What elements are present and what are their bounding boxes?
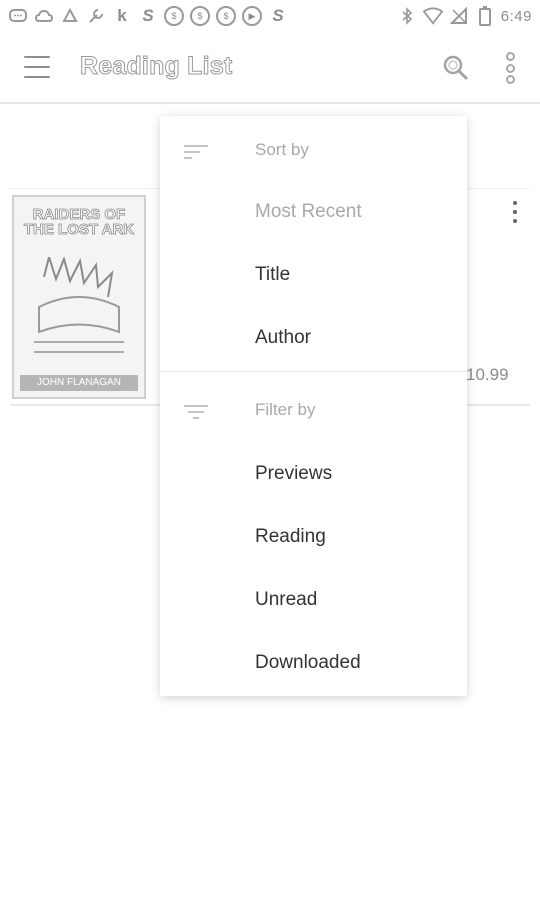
menu-item-label: Reading — [255, 526, 326, 547]
bluetooth-icon — [397, 6, 417, 26]
message-icon — [8, 6, 28, 26]
menu-item-label: Author — [255, 327, 311, 348]
menu-item-label: Previews — [255, 463, 333, 484]
filter-icon — [184, 405, 208, 419]
book-more-icon[interactable] — [510, 201, 520, 223]
menu-divider — [160, 371, 467, 372]
overflow-menu-icon[interactable] — [500, 52, 520, 84]
wrench-icon — [86, 6, 106, 26]
clock: 6:49 — [500, 7, 532, 25]
sort-by-header: Sort by — [160, 126, 467, 174]
book-price: 10.99 — [466, 365, 509, 384]
sort-by-label: Sort by — [255, 140, 309, 159]
wifi-icon — [422, 6, 443, 26]
cloud-icon — [34, 6, 54, 26]
search-icon[interactable] — [442, 54, 470, 82]
cover-art-icon — [34, 257, 124, 353]
no-signal-icon — [449, 6, 469, 26]
sort-filter-menu: Sort by Most Recent Title Author Filter … — [160, 116, 467, 696]
sort-icon — [184, 145, 208, 159]
menu-item-label: Most Recent — [255, 201, 362, 222]
menu-item-label: Downloaded — [255, 652, 361, 673]
filter-reading[interactable]: Reading — [160, 510, 467, 566]
book-cover-title: RAIDERS OF THE LOST ARK — [23, 206, 135, 238]
dollar-icon: $ — [164, 6, 184, 26]
menu-icon[interactable] — [24, 56, 50, 78]
battery-icon — [475, 6, 495, 26]
s-icon: S — [142, 6, 154, 25]
recycle-icon — [60, 6, 80, 26]
status-bar: k S $ $ $ ▶ S 6:49 — [0, 0, 540, 32]
play-icon: ▶ — [242, 6, 262, 26]
filter-unread[interactable]: Unread — [160, 573, 467, 629]
menu-item-label: Unread — [255, 589, 318, 610]
s-icon: S — [272, 6, 284, 25]
sort-title[interactable]: Title — [160, 248, 467, 304]
page-title: Reading List — [79, 52, 233, 81]
app-bar: Reading List — [0, 32, 540, 104]
dollar-icon: $ — [216, 6, 236, 26]
menu-item-label: Title — [255, 264, 291, 285]
sort-most-recent[interactable]: Most Recent — [160, 185, 467, 241]
dollar-icon: $ — [190, 6, 210, 26]
filter-previews[interactable]: Previews — [160, 447, 467, 503]
sort-author[interactable]: Author — [160, 311, 467, 367]
filter-by-header: Filter by — [160, 386, 467, 434]
status-bar-system: 6:49 — [397, 6, 532, 26]
status-bar-notifications: k S $ $ $ ▶ S — [8, 6, 288, 26]
book-cover[interactable]: RAIDERS OF THE LOST ARK JOHN FLANAGAN — [12, 195, 146, 399]
k-icon: k — [117, 6, 127, 25]
filter-downloaded[interactable]: Downloaded — [160, 636, 467, 692]
filter-by-label: Filter by — [255, 400, 316, 419]
book-cover-author: JOHN FLANAGAN — [20, 375, 138, 391]
